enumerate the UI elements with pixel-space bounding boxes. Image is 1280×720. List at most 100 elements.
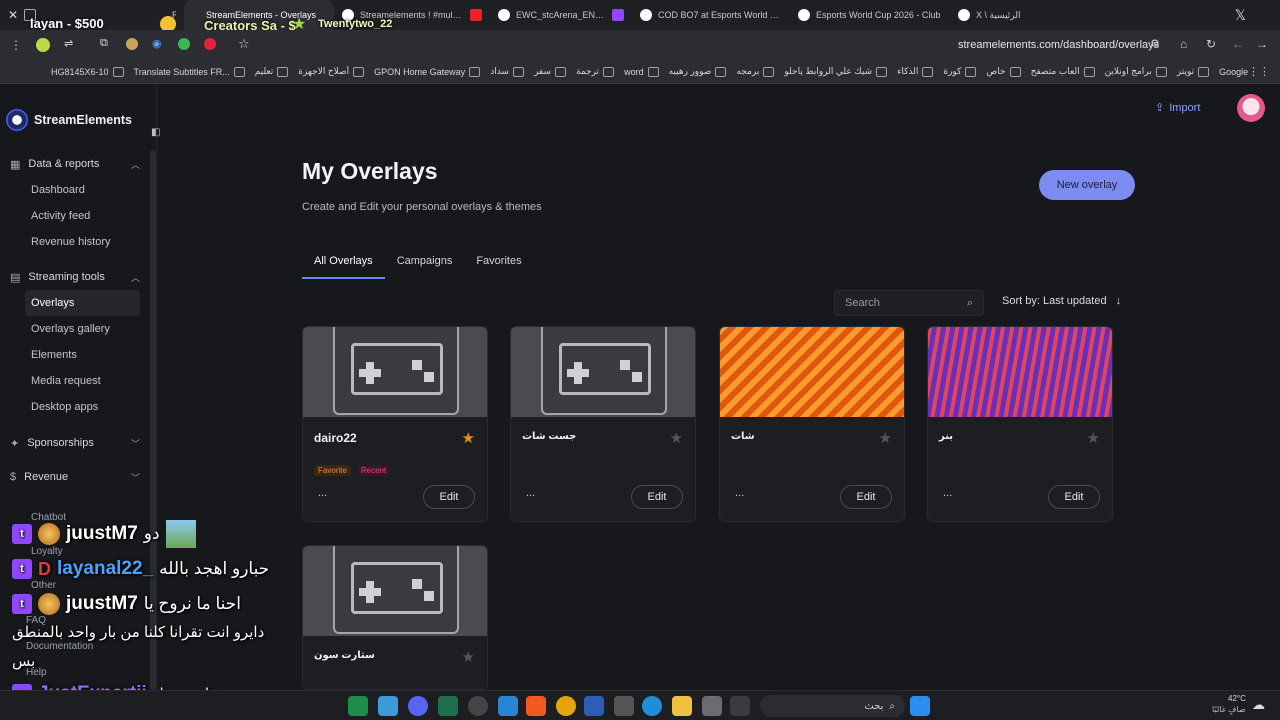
avatar[interactable] [1237, 94, 1265, 122]
star-icon[interactable]: ★ [462, 429, 475, 447]
sidebar-section-sponsorships[interactable]: ✦ Sponsorships ﹀ [0, 430, 150, 456]
app-icon[interactable] [730, 696, 750, 716]
tab-7[interactable]: X \ الرئيسية [950, 0, 1050, 30]
overlay-thumbnail[interactable] [303, 327, 487, 417]
home-icon[interactable]: ⌂ [1180, 37, 1187, 51]
edit-button[interactable]: Edit [1048, 485, 1100, 509]
tab-0[interactable]: ✕ [0, 0, 44, 30]
discord-icon[interactable] [408, 696, 428, 716]
tab-all-overlays[interactable]: All Overlays [302, 250, 385, 279]
sidebar-item-help[interactable]: Help [26, 667, 47, 678]
app-icon[interactable] [702, 696, 722, 716]
star-icon[interactable]: ★ [670, 429, 683, 447]
edit-button[interactable]: Edit [840, 485, 892, 509]
overlay-card[interactable]: بنر ★... Edit [927, 326, 1113, 522]
sidebar-section-streaming-tools[interactable]: ▤ Streaming tools ︿ [0, 264, 150, 290]
brave-icon[interactable] [526, 696, 546, 716]
bookmark-item[interactable]: تعليم [250, 66, 294, 77]
bookmark-item[interactable]: شيك علي الروابط ياحلو [779, 66, 892, 77]
folder-icon[interactable] [672, 696, 692, 716]
bookmark-item[interactable]: GPON Home Gateway [369, 66, 485, 77]
bookmark-item[interactable]: برمجه [731, 66, 779, 77]
edit-button[interactable]: Edit [631, 485, 683, 509]
excel-icon[interactable] [438, 696, 458, 716]
star-icon[interactable]: ★ [462, 648, 475, 666]
sidebar-item-overlays-gallery[interactable]: Overlays gallery [0, 316, 150, 342]
tab-2[interactable]: StreamElements - Overlays [184, 0, 334, 30]
bookmark-item[interactable]: Translate Subtitles FR... [129, 66, 250, 77]
menu-dots-icon[interactable]: ⋮ [10, 38, 22, 52]
overlay-thumbnail[interactable] [720, 327, 904, 417]
weather-temp[interactable]: 42°C [1228, 694, 1246, 703]
overlay-thumbnail[interactable] [511, 327, 695, 417]
overlay-thumbnail[interactable] [303, 546, 487, 636]
sidebar-section-revenue[interactable]: $ Revenue ﹀ [0, 464, 150, 490]
star-icon[interactable]: ★ [879, 429, 892, 447]
sidebar-item-faq[interactable]: FAQ [26, 615, 46, 626]
reload-icon[interactable]: ↻ [1206, 37, 1216, 51]
bookmark-item[interactable]: أصلاح الاجهزة [293, 66, 369, 77]
extension-icon[interactable]: ⧉ [100, 37, 108, 50]
bookmark-item[interactable]: خاص [981, 66, 1025, 77]
word-icon[interactable] [584, 696, 604, 716]
overlay-card[interactable]: جست شات ★... Edit [510, 326, 696, 522]
bookmark-item[interactable]: الذكاء [892, 66, 938, 77]
url-text[interactable]: streamelements.com/dashboard/overlays [958, 39, 1159, 51]
bookmark-item[interactable]: العاب متصفح [1026, 66, 1100, 77]
chrome-icon[interactable] [556, 696, 576, 716]
apps-grid-icon[interactable]: ⋮⋮ [1248, 65, 1280, 78]
bookmark-item[interactable]: ترجمة [571, 66, 619, 77]
extension-icon[interactable] [204, 38, 216, 50]
brand[interactable]: StreamElements [0, 84, 156, 134]
app-icon[interactable] [378, 696, 398, 716]
sidebar-item-media-request[interactable]: Media request [0, 368, 150, 394]
tab-favorites[interactable]: Favorites [464, 250, 533, 279]
more-options-button[interactable]: ... [943, 487, 952, 499]
windows-start-icon[interactable] [910, 696, 930, 716]
import-button[interactable]: ⇪ Import [1155, 101, 1200, 115]
tab-5[interactable]: COD BO7 at Esports World Cup [632, 0, 790, 30]
bookmark-star-icon[interactable]: ☆ [238, 36, 250, 52]
sidebar-item-dashboard[interactable]: Dashboard [0, 177, 150, 203]
tab-6[interactable]: Esports World Cup 2026 - Club [790, 0, 950, 30]
extension-icon[interactable] [126, 38, 138, 50]
sidebar-item-activity-feed[interactable]: Activity feed [0, 203, 150, 229]
star-icon[interactable]: ★ [1087, 429, 1100, 447]
sidebar-item-overlays[interactable]: Overlays [25, 290, 140, 316]
sidebar-scrollbar[interactable] [150, 150, 156, 690]
app-icon[interactable] [468, 696, 488, 716]
bookmark-item[interactable]: سفر [529, 66, 571, 77]
sidebar-item-elements[interactable]: Elements [0, 342, 150, 368]
back-icon[interactable]: → [1256, 37, 1268, 51]
tab-campaigns[interactable]: Campaigns [385, 250, 465, 279]
search-input[interactable]: Search ⌕ [834, 290, 984, 316]
extension-icon[interactable] [36, 38, 50, 52]
bookmark-item[interactable]: سداد [485, 66, 529, 77]
tab-3[interactable]: Streamelements ! #multistrea [334, 0, 490, 30]
bookmark-item[interactable]: Google [1214, 67, 1248, 77]
more-options-button[interactable]: ... [318, 487, 327, 499]
overlay-card[interactable]: ستارت سون ★ [302, 545, 488, 690]
overlay-card[interactable]: dairo22 ★ Favorite Recent... Edit [302, 326, 488, 522]
overlay-thumbnail[interactable] [928, 327, 1112, 417]
edit-button[interactable]: Edit [423, 485, 475, 509]
bookmark-item[interactable]: صوور رهيبه [664, 66, 732, 77]
tab-1[interactable]: Redirecting... [44, 0, 184, 30]
close-icon[interactable]: ✕ [8, 8, 18, 22]
extension-icon[interactable] [178, 38, 190, 50]
bookmark-item[interactable]: تويتر [1172, 66, 1214, 77]
store-icon[interactable] [614, 696, 634, 716]
sidebar-section-data-reports[interactable]: ▦ Data & reports ︿ [0, 151, 150, 177]
sidebar-item-chatbot[interactable]: Chatbot [31, 512, 66, 523]
site-settings-icon[interactable]: ⚙ [1150, 37, 1160, 50]
edge-icon[interactable] [642, 696, 662, 716]
tab-4[interactable]: EWC_stcArena_EN - Twitch [490, 0, 632, 30]
forward-icon[interactable]: ← [1232, 37, 1244, 51]
new-overlay-button[interactable]: New overlay [1039, 170, 1135, 200]
shield-app-icon[interactable] [348, 696, 368, 716]
bookmark-item[interactable]: برامج اونلاين [1100, 66, 1172, 77]
more-options-button[interactable]: ... [735, 487, 744, 499]
sidebar-item-documentation[interactable]: Documentation [26, 641, 93, 652]
more-options-button[interactable]: ... [526, 487, 535, 499]
sidebar-item-other[interactable]: Other [31, 580, 56, 591]
